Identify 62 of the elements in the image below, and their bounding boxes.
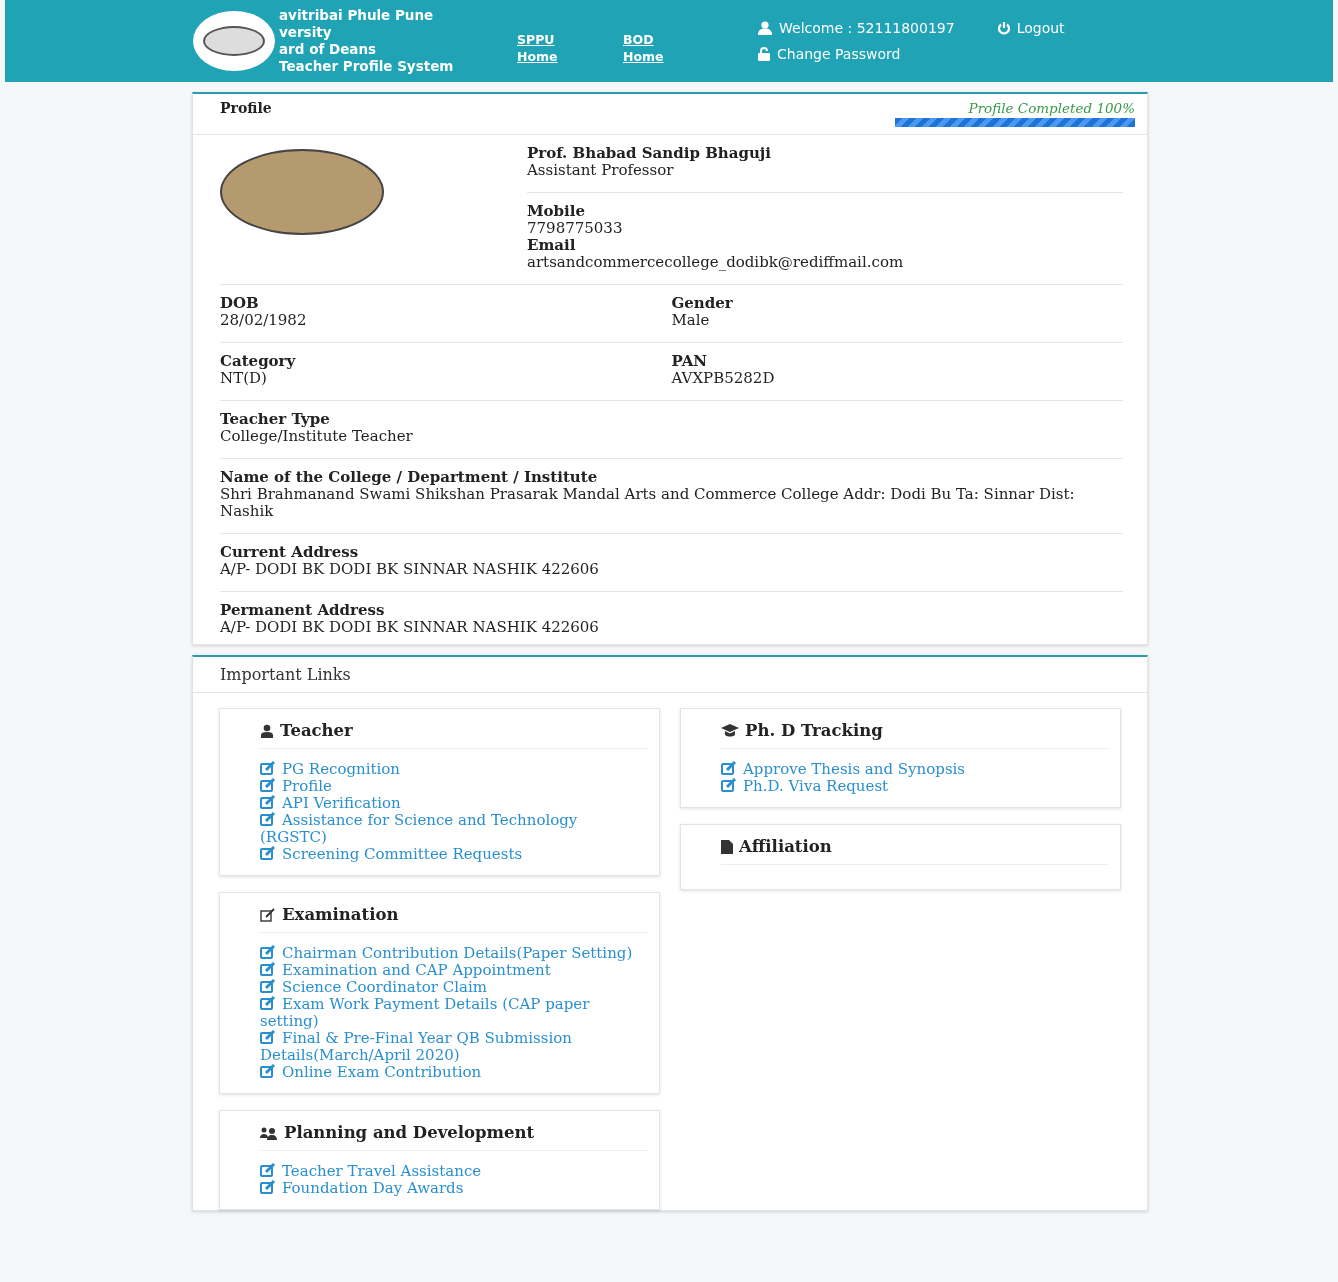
field-value: A/P- DODI BK DODI BK SINNAR NASHIK 422606 — [220, 619, 600, 636]
designation: Assistant Professor — [527, 162, 675, 179]
field-label: Name of the College / Department / Institute — [220, 469, 599, 486]
panel-title: Planning and Development — [284, 1123, 535, 1142]
menu-link[interactable]: Profile — [260, 778, 645, 795]
field-label: PAN — [671, 353, 709, 370]
change-password-link[interactable]: Change Password — [757, 46, 901, 62]
menu-link[interactable]: Teacher Travel Assistance — [260, 1163, 645, 1180]
panel-title: Ph. D Tracking — [745, 721, 883, 740]
field-value: artsandcommercecollege_dodibk@rediffmail.com — [527, 254, 905, 271]
file-icon — [721, 839, 733, 854]
field-value: NT(D) — [220, 370, 268, 387]
brand-text: avitribai Phule Pune — [279, 7, 435, 24]
nav-link[interactable]: BOD Home — [623, 31, 729, 65]
field-value: 28/02/1982 — [220, 312, 308, 329]
profile-name: Prof. Bhabad Sandip Bhaguji — [527, 145, 772, 162]
field-label: Gender — [671, 295, 734, 312]
menu-link[interactable]: Screening Committee Requests — [260, 846, 645, 863]
panel-title: Examination — [282, 905, 399, 924]
group-icon — [260, 1125, 278, 1140]
menu-link[interactable]: Online Exam Contribution — [260, 1064, 645, 1081]
person-icon — [260, 723, 274, 738]
edit-icon — [260, 907, 276, 922]
power-icon — [996, 21, 1011, 35]
brand-text: ard of Deans — [279, 41, 378, 58]
menu-link[interactable]: Examination and CAP Appointment — [260, 962, 645, 979]
panel-title: Affiliation — [739, 837, 832, 856]
logout-link[interactable]: Logout — [996, 20, 1065, 36]
field-label: Current Address — [220, 544, 360, 561]
field-value: 7798775033 — [527, 220, 624, 237]
field-value: A/P- DODI BK DODI BK SINNAR NASHIK 422606 — [220, 561, 600, 578]
nav-link[interactable]: SPPU Home — [517, 31, 623, 65]
field-value: Male — [671, 312, 711, 329]
menu-link[interactable]: API Verification — [260, 795, 645, 812]
brand-text: Teacher Profile System — [279, 58, 454, 75]
graduation-cap-icon — [721, 724, 739, 737]
card-title: Important Links — [193, 657, 1147, 693]
field-label: Category — [220, 353, 297, 370]
field-value: AVXPB5282D — [671, 370, 776, 387]
completion-text: Profile Completed 100% — [967, 100, 1135, 116]
menu-link[interactable]: Foundation Day Awards — [260, 1180, 645, 1197]
field-label: Teacher Type — [220, 411, 331, 428]
menu-link[interactable]: Exam Work Payment Details (CAP paper setting) — [260, 996, 645, 1030]
menu-link[interactable]: Chairman Contribution Details(Paper Setting) — [260, 945, 645, 962]
user-icon — [757, 21, 773, 35]
card-title: Profile — [220, 100, 272, 118]
field-value: College/Institute Teacher — [220, 428, 414, 445]
field-label: Email — [527, 237, 577, 254]
menu-link[interactable]: Approve Thesis and Synopsis — [721, 761, 1106, 778]
menu-link[interactable]: Assistance for Science and Technology (RGSTC) — [260, 812, 645, 846]
menu-link[interactable]: PG Recognition — [260, 761, 645, 778]
panel-title: Teacher — [280, 721, 353, 740]
menu-link[interactable]: Final & Pre-Final Year QB Submission Details(March/April 2020) — [260, 1030, 645, 1064]
menu-link[interactable]: Science Coordinator Claim — [260, 979, 645, 996]
welcome-text: Welcome : 52111800197 — [779, 20, 955, 36]
field-value: Shri Brahmanand Swami Shikshan Prasarak Mandal Arts and Commerce College Addr: Dodi Bu Ta: Sinnar Dist: Nashik — [220, 486, 1076, 520]
unlock-icon — [757, 47, 771, 61]
field-label: Mobile — [527, 203, 587, 220]
field-label: Permanent Address — [220, 602, 386, 619]
menu-link[interactable]: Ph.D. Viva Request — [721, 778, 1106, 795]
field-label: DOB — [220, 295, 260, 312]
brand-text: versity — [279, 24, 333, 41]
